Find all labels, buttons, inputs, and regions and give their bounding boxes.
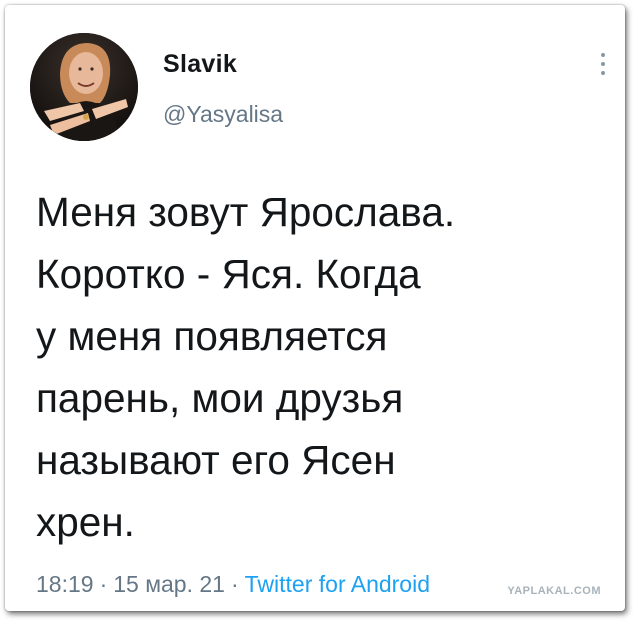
tweet-card: Slavik @Yasyalisa Меня зовут Ярослава. К…: [5, 5, 625, 611]
author-name[interactable]: Slavik: [163, 50, 237, 79]
tweet-date[interactable]: 15 мар. 21: [113, 571, 225, 597]
tweet-metadata: 18:19 · 15 мар. 21 · Twitter for Android: [36, 571, 430, 598]
menu-dot: [601, 62, 605, 66]
tweet-time: 18:19: [36, 571, 94, 597]
tweet-client-link[interactable]: Twitter for Android: [245, 571, 430, 597]
tweet-text: Меня зовут Ярослава. Коротко - Яся. Когд…: [36, 189, 456, 545]
menu-dot: [601, 53, 605, 57]
menu-dot: [601, 71, 605, 75]
separator: ·: [230, 571, 239, 597]
avatar-image: [30, 33, 138, 141]
avatar[interactable]: [30, 33, 138, 141]
more-vertical-icon[interactable]: [597, 53, 609, 83]
watermark: YAPLAKAL.COM: [507, 585, 601, 597]
separator: ·: [99, 571, 108, 597]
author-handle[interactable]: @Yasyalisa: [163, 101, 283, 128]
